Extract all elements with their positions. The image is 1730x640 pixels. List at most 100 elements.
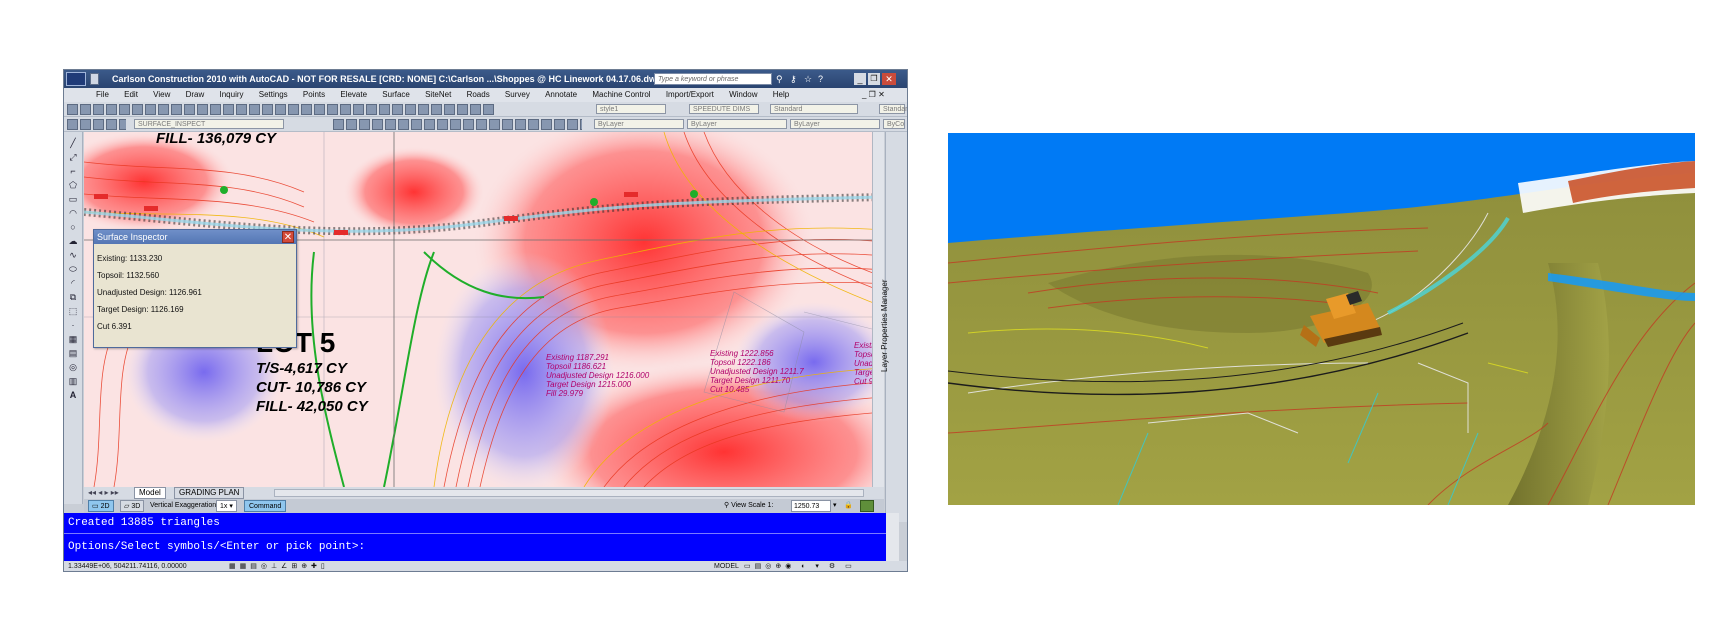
standard-tool-icon[interactable] bbox=[93, 104, 104, 115]
layer-tool-icon[interactable] bbox=[93, 119, 104, 130]
standard-tool-icon[interactable] bbox=[236, 104, 247, 115]
mode-3d-button[interactable]: ▱ 3D bbox=[120, 500, 145, 512]
dim-style-combo[interactable]: SPEEDUTE DIMS bbox=[689, 104, 759, 114]
hatch-icon[interactable]: ▦ bbox=[68, 334, 78, 344]
standard-tool-icon[interactable] bbox=[132, 104, 143, 115]
carlson-tool-icon[interactable] bbox=[333, 119, 344, 130]
standard-tool-icon[interactable] bbox=[158, 104, 169, 115]
app-logo-icon[interactable] bbox=[66, 72, 86, 86]
standard-tool-icon[interactable] bbox=[405, 104, 416, 115]
standard-tool-icon[interactable] bbox=[262, 104, 273, 115]
lock-icon[interactable]: 🔒 bbox=[844, 499, 853, 513]
standard-tool-icon[interactable] bbox=[327, 104, 338, 115]
model-space-toggle[interactable]: MODEL bbox=[714, 561, 739, 571]
menu-view[interactable]: View bbox=[153, 88, 170, 102]
standard-tool-icon[interactable] bbox=[379, 104, 390, 115]
menu-surface[interactable]: Surface bbox=[382, 88, 410, 102]
layer-tool-icon[interactable] bbox=[80, 119, 91, 130]
minimize-button[interactable]: _ bbox=[854, 73, 866, 85]
linetype-combo[interactable]: ByLayer bbox=[687, 119, 787, 129]
ellipse-icon[interactable]: ⬭ bbox=[68, 264, 78, 274]
spline-icon[interactable]: ∿ bbox=[68, 250, 78, 260]
standard-tool-icon[interactable] bbox=[288, 104, 299, 115]
carlson-tool-icon[interactable] bbox=[541, 119, 552, 130]
menu-help[interactable]: Help bbox=[773, 88, 789, 102]
region-icon[interactable]: ◎ bbox=[68, 362, 78, 372]
drafting-toggles[interactable]: ▦▦▤◎⊥∠⊞⊕✚▯ bbox=[229, 561, 329, 571]
help-icon[interactable]: ? bbox=[818, 74, 823, 84]
layer-tool-icon[interactable] bbox=[67, 119, 78, 130]
menu-elevate[interactable]: Elevate bbox=[340, 88, 367, 102]
tab-grading-plan[interactable]: GRADING PLAN bbox=[174, 487, 245, 499]
carlson-tool-icon[interactable] bbox=[437, 119, 448, 130]
standard-tool-icon[interactable] bbox=[119, 104, 130, 115]
carlson-tool-icon[interactable] bbox=[580, 119, 582, 130]
view-scale-input[interactable]: 1250.73 bbox=[791, 500, 831, 512]
standard-tool-icon[interactable] bbox=[431, 104, 442, 115]
standard-tool-icon[interactable] bbox=[483, 104, 494, 115]
menu-annotate[interactable]: Annotate bbox=[545, 88, 577, 102]
polyline-icon[interactable]: ⌐ bbox=[68, 166, 78, 176]
lineweight-combo[interactable]: ByLayer bbox=[790, 119, 880, 129]
carlson-tool-icon[interactable] bbox=[489, 119, 500, 130]
horizontal-scrollbar[interactable] bbox=[274, 489, 864, 497]
view-scale-dropdown-icon[interactable]: ▾ bbox=[833, 499, 837, 513]
command-scrollbar[interactable] bbox=[886, 513, 899, 561]
revcloud-icon[interactable]: ☁ bbox=[68, 236, 78, 246]
menu-draw[interactable]: Draw bbox=[186, 88, 205, 102]
carlson-tool-icon[interactable] bbox=[411, 119, 422, 130]
vertical-exaggeration-value[interactable]: 1x ▾ bbox=[216, 500, 237, 512]
menu-roads[interactable]: Roads bbox=[467, 88, 490, 102]
menu-import-export[interactable]: Import/Export bbox=[666, 88, 714, 102]
menu-points[interactable]: Points bbox=[303, 88, 325, 102]
3d-terrain-view[interactable] bbox=[948, 133, 1695, 505]
standard-tool-icon[interactable] bbox=[249, 104, 260, 115]
search-input[interactable]: Type a keyword or phrase bbox=[654, 73, 772, 85]
mtext-icon[interactable]: A bbox=[68, 390, 78, 400]
carlson-tool-icon[interactable] bbox=[567, 119, 578, 130]
standard-tool-icon[interactable] bbox=[314, 104, 325, 115]
mdi-controls[interactable]: _ ❐ ✕ bbox=[862, 88, 885, 102]
ellipse-arc-icon[interactable]: ◜ bbox=[68, 278, 78, 288]
table-icon[interactable]: ▥ bbox=[68, 376, 78, 386]
standard-tool-icon[interactable] bbox=[223, 104, 234, 115]
standard-tool-icon[interactable] bbox=[145, 104, 156, 115]
key-icon[interactable]: ⚷ bbox=[790, 74, 797, 84]
carlson-tool-icon[interactable] bbox=[476, 119, 487, 130]
standard-tool-icon[interactable] bbox=[301, 104, 312, 115]
gradient-icon[interactable]: ▤ bbox=[68, 348, 78, 358]
layer-tool-icon[interactable] bbox=[106, 119, 117, 130]
standard-tool-icon[interactable] bbox=[470, 104, 481, 115]
standard-tool-icon[interactable] bbox=[457, 104, 468, 115]
menu-window[interactable]: Window bbox=[729, 88, 757, 102]
carlson-tool-icon[interactable] bbox=[424, 119, 435, 130]
circle-icon[interactable]: ○ bbox=[68, 222, 78, 232]
carlson-tool-icon[interactable] bbox=[346, 119, 357, 130]
menu-file[interactable]: File bbox=[96, 88, 109, 102]
maximize-button[interactable]: ❐ bbox=[868, 73, 880, 85]
standard-tool-icon[interactable] bbox=[171, 104, 182, 115]
layer-properties-palette[interactable]: Layer Properties Manager bbox=[880, 132, 907, 522]
layer-combo[interactable]: SURFACE_INSPECT bbox=[134, 119, 284, 129]
plotstyle-combo[interactable]: ByCo bbox=[883, 119, 905, 129]
close-button[interactable]: ✕ bbox=[882, 73, 896, 85]
carlson-tool-icon[interactable] bbox=[385, 119, 396, 130]
carlson-tool-icon[interactable] bbox=[359, 119, 370, 130]
layer-tool-icon[interactable] bbox=[119, 119, 126, 130]
star-icon[interactable]: ☆ bbox=[804, 74, 812, 84]
table-style-combo[interactable]: Standard bbox=[770, 104, 858, 114]
line-tool-icon[interactable]: ╱ bbox=[68, 138, 78, 148]
close-icon[interactable]: ✕ bbox=[282, 231, 294, 243]
tab-model[interactable]: Model bbox=[134, 487, 166, 499]
view-cube-icon[interactable] bbox=[860, 500, 874, 512]
standard-tool-icon[interactable] bbox=[67, 104, 78, 115]
color-combo[interactable]: ByLayer bbox=[594, 119, 684, 129]
carlson-tool-icon[interactable] bbox=[398, 119, 409, 130]
standard-tool-icon[interactable] bbox=[340, 104, 351, 115]
standard-tool-icon[interactable] bbox=[184, 104, 195, 115]
carlson-tool-icon[interactable] bbox=[450, 119, 461, 130]
ml-style-combo[interactable]: Standard bbox=[879, 104, 907, 114]
surface-inspector-dialog[interactable]: Surface Inspector ✕ Existing: 1133.230 T… bbox=[93, 229, 297, 348]
standard-tool-icon[interactable] bbox=[197, 104, 208, 115]
carlson-tool-icon[interactable] bbox=[528, 119, 539, 130]
